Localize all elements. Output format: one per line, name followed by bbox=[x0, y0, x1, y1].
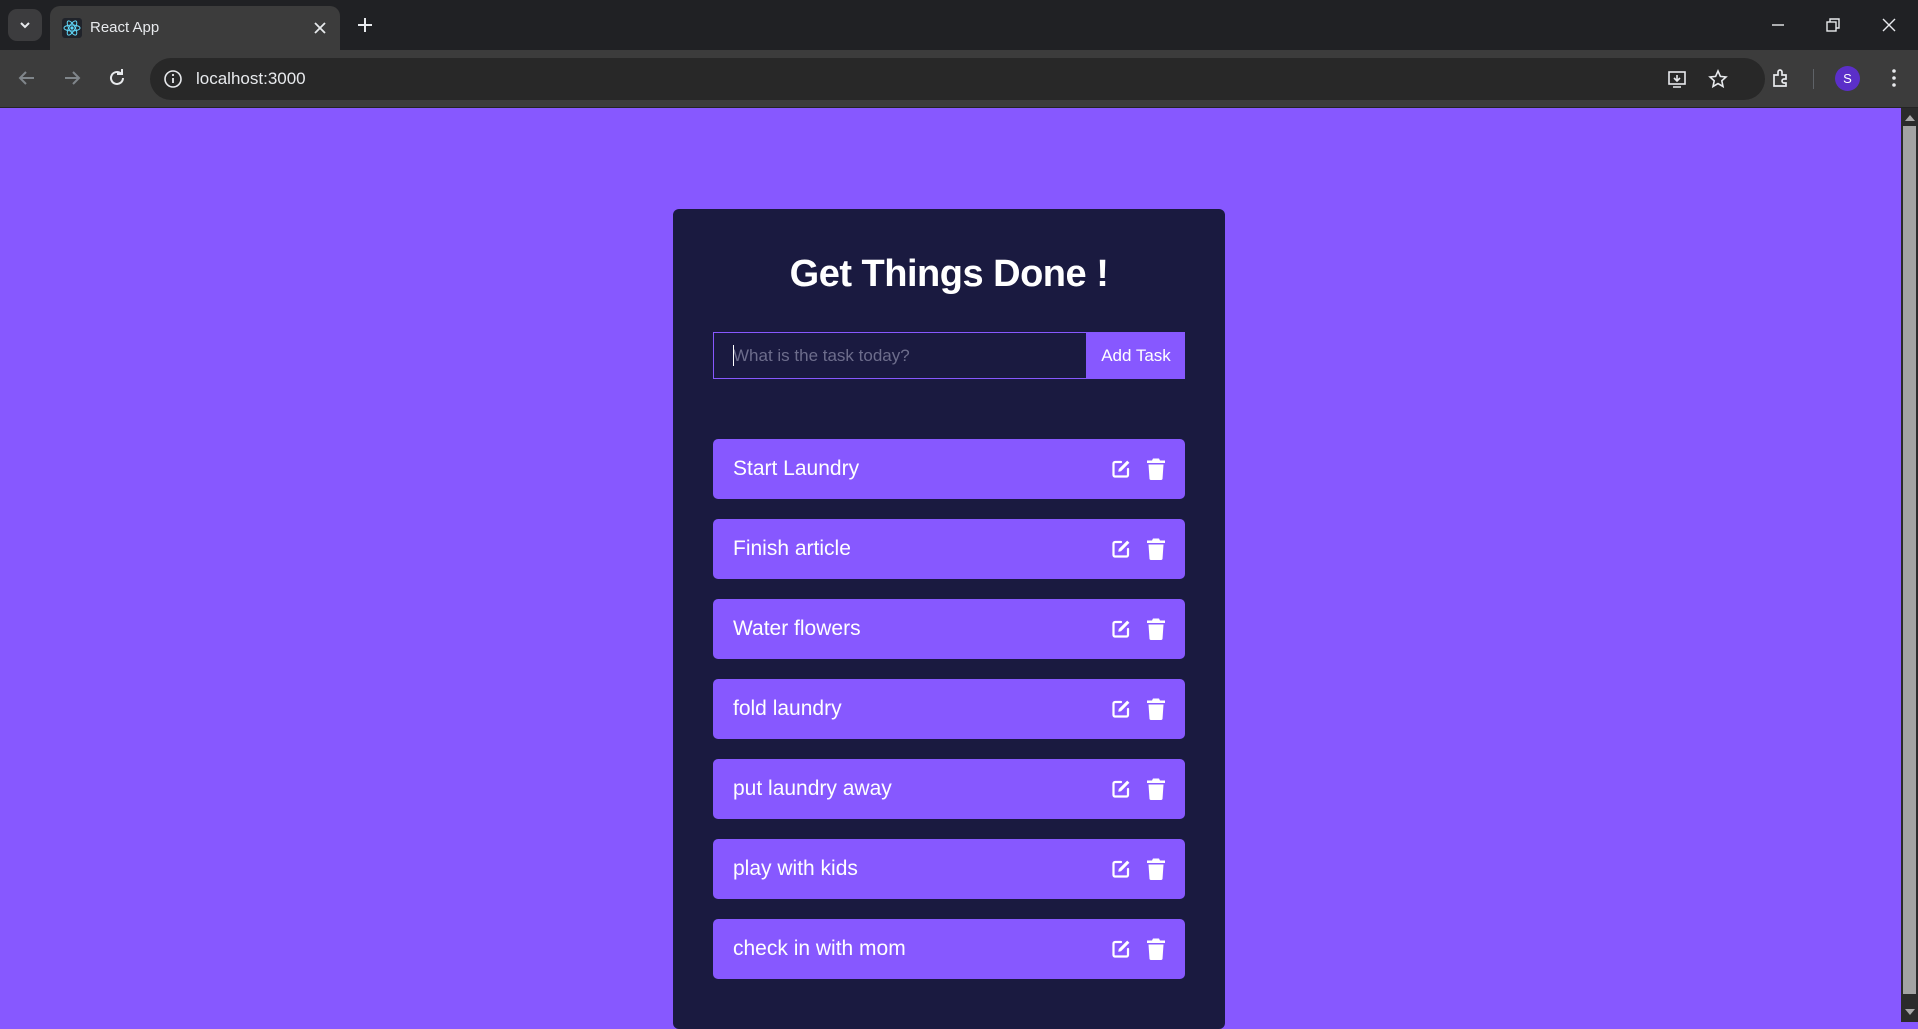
new-tab-icon[interactable] bbox=[354, 14, 376, 36]
edit-icon[interactable] bbox=[1110, 698, 1132, 720]
back-icon[interactable] bbox=[15, 66, 39, 90]
tab-title: React App bbox=[90, 19, 160, 36]
trash-icon[interactable] bbox=[1146, 537, 1166, 561]
todo-wrapper: Get Things Done ! Add Task Start Laundry… bbox=[673, 209, 1225, 1029]
edit-icon[interactable] bbox=[1110, 538, 1132, 560]
page-title: Get Things Done ! bbox=[789, 253, 1109, 295]
extensions-icon[interactable] bbox=[1769, 66, 1793, 90]
profile-avatar[interactable]: S bbox=[1835, 66, 1860, 91]
todo-text[interactable]: Water flowers bbox=[733, 617, 861, 641]
toolbar-separator bbox=[1813, 69, 1814, 89]
todo-item: Start Laundry bbox=[713, 439, 1185, 499]
edit-icon[interactable] bbox=[1110, 858, 1132, 880]
browser-tab[interactable]: React App bbox=[50, 6, 340, 50]
reload-icon[interactable] bbox=[105, 66, 129, 90]
scrollbar-thumb[interactable] bbox=[1903, 126, 1916, 994]
todo-item: play with kids bbox=[713, 839, 1185, 899]
todo-text[interactable]: play with kids bbox=[733, 857, 858, 881]
edit-icon[interactable] bbox=[1110, 778, 1132, 800]
scroll-down-arrow-icon[interactable] bbox=[1905, 1009, 1915, 1015]
todo-item: fold laundry bbox=[713, 679, 1185, 739]
todo-text[interactable]: check in with mom bbox=[733, 937, 906, 961]
browser-toolbar: localhost:3000 S bbox=[0, 50, 1918, 108]
bookmark-star-icon[interactable] bbox=[1707, 68, 1729, 90]
forward-icon[interactable] bbox=[60, 66, 84, 90]
toolbar-divider bbox=[0, 107, 1918, 108]
tab-search-button[interactable] bbox=[8, 9, 42, 41]
todo-text[interactable]: Start Laundry bbox=[733, 457, 859, 481]
trash-icon[interactable] bbox=[1146, 617, 1166, 641]
todo-item: check in with mom bbox=[713, 919, 1185, 979]
restore-icon[interactable] bbox=[1822, 14, 1844, 36]
browser-tab-strip: React App bbox=[0, 0, 1918, 50]
scroll-up-arrow-icon[interactable] bbox=[1905, 115, 1915, 121]
close-tab-icon[interactable] bbox=[310, 18, 330, 38]
trash-icon[interactable] bbox=[1146, 857, 1166, 881]
trash-icon[interactable] bbox=[1146, 777, 1166, 801]
text-caret bbox=[733, 345, 734, 366]
chevron-down-icon bbox=[20, 22, 30, 29]
more-menu-icon[interactable] bbox=[1882, 66, 1906, 90]
todo-list: Start Laundry Finish article Water flowe… bbox=[713, 439, 1185, 999]
minimize-icon[interactable] bbox=[1767, 14, 1789, 36]
trash-icon[interactable] bbox=[1146, 697, 1166, 721]
page-scrollbar[interactable] bbox=[1901, 108, 1918, 1022]
close-window-icon[interactable] bbox=[1878, 14, 1900, 36]
todo-form: Add Task bbox=[713, 332, 1185, 379]
todo-text[interactable]: fold laundry bbox=[733, 697, 842, 721]
edit-icon[interactable] bbox=[1110, 618, 1132, 640]
react-icon bbox=[62, 18, 82, 38]
task-input[interactable] bbox=[713, 332, 1087, 379]
edit-icon[interactable] bbox=[1110, 458, 1132, 480]
trash-icon[interactable] bbox=[1146, 457, 1166, 481]
todo-text[interactable]: put laundry away bbox=[733, 777, 892, 801]
site-info-icon[interactable] bbox=[162, 68, 184, 90]
install-app-icon[interactable] bbox=[1666, 68, 1688, 90]
url-text: localhost:3000 bbox=[196, 69, 306, 88]
edit-icon[interactable] bbox=[1110, 938, 1132, 960]
trash-icon[interactable] bbox=[1146, 937, 1166, 961]
todo-item: Water flowers bbox=[713, 599, 1185, 659]
todo-item: put laundry away bbox=[713, 759, 1185, 819]
todo-text[interactable]: Finish article bbox=[733, 537, 851, 561]
address-bar[interactable]: localhost:3000 bbox=[150, 58, 1765, 100]
add-task-button[interactable]: Add Task bbox=[1087, 332, 1185, 379]
todo-item: Finish article bbox=[713, 519, 1185, 579]
